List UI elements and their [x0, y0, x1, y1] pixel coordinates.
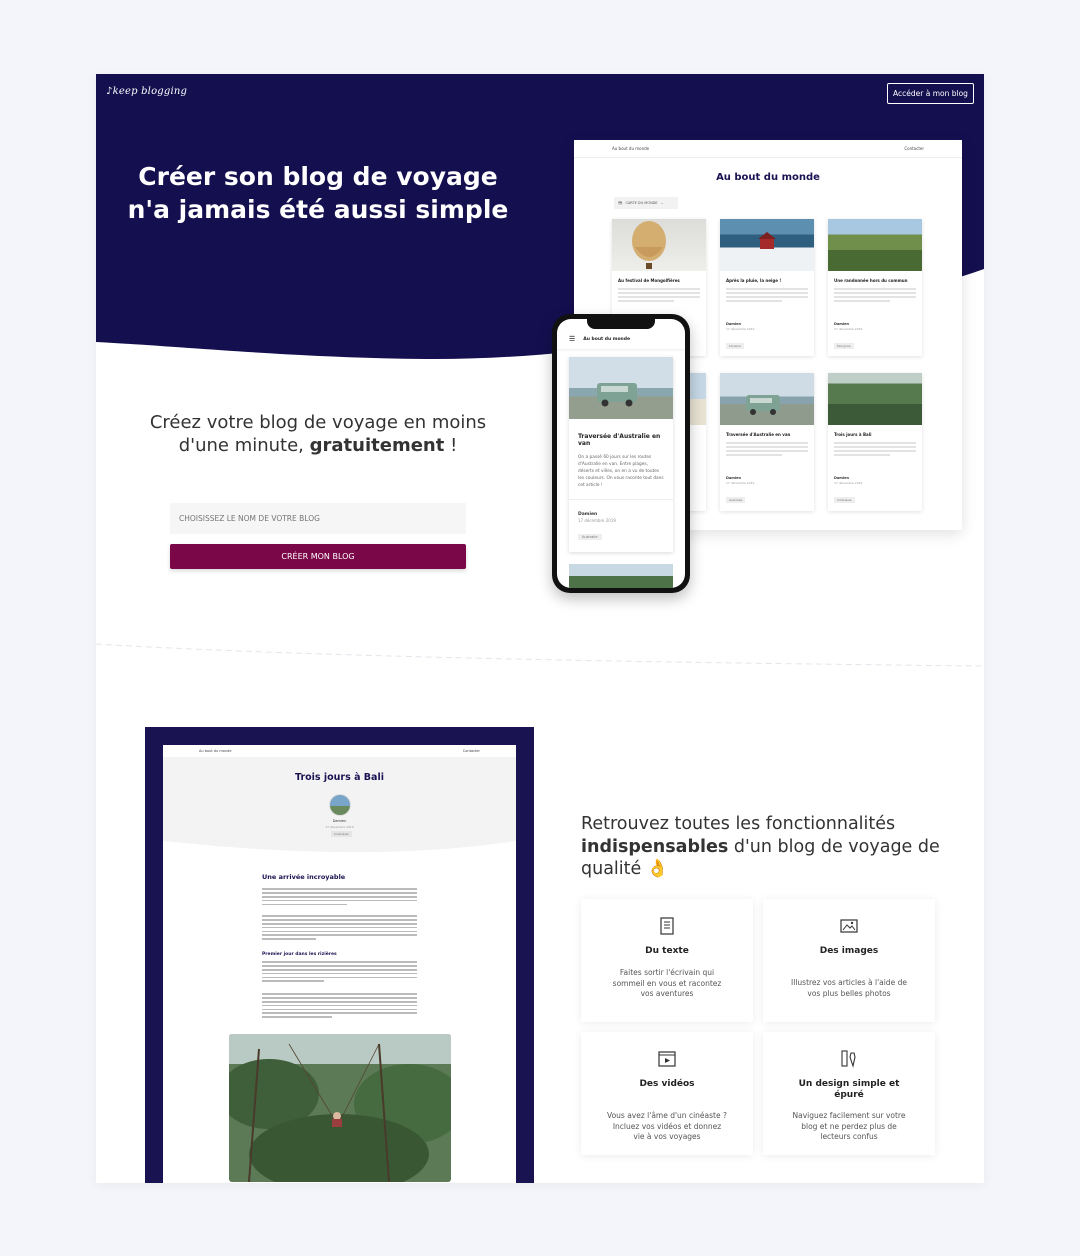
card-title: Trois jours à Bali	[834, 432, 872, 437]
article-paragraph	[262, 961, 417, 984]
phone-app-bar: ☰ Au bout du monde	[557, 329, 685, 349]
phone-screen: ☰ Au bout du monde Traversée d'Australie…	[557, 319, 685, 588]
article-heading: Une arrivée incroyable	[262, 873, 346, 881]
preview-card: Traversée d'Australie en van Damien 17 d…	[720, 373, 814, 511]
article-page: Au bout du monde Contacter Trois jours à…	[163, 745, 516, 1183]
video-icon	[658, 1051, 676, 1067]
card-date: 17 décembre 2019	[726, 481, 755, 485]
card-title: Après la pluie, la neige !	[726, 278, 782, 283]
preview-nav: Au bout du monde Contacter	[574, 140, 962, 158]
landing-page: ♪keep blogging Accéder à mon blog Créer …	[96, 74, 984, 1183]
feature-title: Des images	[819, 946, 879, 956]
preview-blog-title: Au bout du monde	[716, 172, 820, 183]
logo-icon: ♪	[106, 86, 113, 97]
feature-card-text: Du texte Faites sortir l'écrivain qui so…	[581, 899, 753, 1022]
article-date: 17 décembre 2019	[325, 825, 354, 829]
card-date: 17 décembre 2019	[726, 327, 755, 331]
feature-card-design: Un design simple et épuré Naviguez facil…	[763, 1032, 935, 1155]
features-title-text: Retrouvez toutes les fonctionnalités	[581, 814, 896, 834]
card-tag: Australie	[726, 497, 746, 503]
article-nav: Au bout du monde Contacter	[163, 745, 516, 757]
article-nav-brand: Au bout du monde	[199, 749, 232, 753]
card-tag: Mongolie	[834, 343, 854, 349]
jungle-image	[828, 373, 922, 425]
article-author: Damien	[332, 819, 347, 823]
blog-name-input[interactable]	[170, 503, 466, 534]
feature-description: Illustrez vos articles à l'aide de vos p…	[791, 978, 907, 998]
preview-nav-contact: Contacter	[904, 146, 924, 151]
features-title-emphasis: indispensables	[581, 836, 729, 857]
feature-title: Du texte	[645, 946, 689, 956]
feature-title: Un design simple et épuré	[798, 1079, 900, 1100]
chevron-down-icon: ⌄	[660, 201, 664, 205]
feature-card-images: Des images Illustrez vos articles à l'ai…	[763, 899, 935, 1022]
map-icon: 🗺	[618, 201, 623, 205]
article-title: Trois jours à Bali	[295, 772, 384, 783]
phone-card-author: Damien	[569, 499, 673, 518]
avatar	[329, 794, 351, 816]
article-subheading: Premier jour dans les rizières	[262, 952, 337, 957]
van-image	[720, 373, 814, 425]
document-icon	[660, 917, 674, 935]
feature-description: Faites sortir l'écrivain qui sommeil en …	[612, 968, 722, 998]
features-title: Retrouvez toutes les fonctionnalités ind…	[581, 813, 951, 881]
article-paragraph	[262, 993, 417, 1020]
phone-card-date: 17 décembre 2019	[578, 518, 616, 523]
card-tag: Indonésie	[834, 497, 855, 503]
card-date: 17 décembre 2019	[834, 481, 863, 485]
world-map-dropdown: 🗺 CARTE DU MONDE ⌄	[614, 197, 678, 209]
phone-app-title: Au bout du monde	[583, 336, 631, 342]
create-blog-button[interactable]: CRÉER MON BLOG	[170, 544, 466, 569]
access-blog-button[interactable]: Accéder à mon blog	[887, 83, 974, 104]
article-paragraph	[262, 888, 417, 907]
subtitle-end: !	[444, 435, 458, 456]
subtitle-emphasis: gratuitement	[309, 435, 445, 456]
logo[interactable]: ♪keep blogging	[106, 86, 187, 97]
snow-cabin-image	[720, 219, 814, 271]
preview-card: Une randonnée hors du commun Damien 17 d…	[828, 219, 922, 356]
card-title: Traversée d'Australie en van	[726, 432, 791, 437]
preview-nav-brand: Au bout du monde	[612, 146, 650, 151]
jungle-swing-image	[229, 1034, 451, 1182]
balloon-image	[612, 219, 706, 271]
section-divider	[96, 643, 984, 667]
design-tools-icon	[841, 1050, 856, 1069]
palm-image	[569, 564, 673, 588]
phone-notch	[587, 319, 655, 329]
feature-description: Naviguez facilement sur votre blog et ne…	[792, 1111, 906, 1141]
preview-card: Trois jours à Bali Damien 17 décembre 20…	[828, 373, 922, 511]
image-icon	[840, 919, 858, 933]
card-tag: Lituanie	[726, 343, 745, 349]
hero-subtitle: Créez votre blog de voyage en moins d'un…	[146, 411, 490, 457]
feature-description: Vous avez l'âme d'un cinéaste ? Incluez …	[607, 1111, 727, 1141]
phone-mockup: ☰ Au bout du monde Traversée d'Australie…	[552, 314, 690, 593]
card-title: Au festival de Mongolfières	[618, 278, 680, 283]
menu-icon: ☰	[569, 335, 576, 343]
feature-card-videos: Des vidéos Vous avez l'âme d'un cinéaste…	[581, 1032, 753, 1155]
phone-card-title: Traversée d'Australie en van	[578, 433, 661, 447]
hero-title: Créer son blog de voyage n'a jamais été …	[127, 162, 509, 224]
feature-title: Des vidéos	[639, 1079, 695, 1089]
preview-card: Après la pluie, la neige ! Damien 17 déc…	[720, 219, 814, 356]
card-date: 17 décembre 2019	[834, 327, 863, 331]
phone-card-tag: Australie	[578, 534, 602, 540]
phone-card-text: On a passé 60 jours sur les routes d'Aus…	[578, 455, 664, 488]
map-label: CARTE DU MONDE	[625, 201, 658, 205]
van-image	[569, 357, 673, 419]
article-tag: Indonésie	[331, 831, 352, 837]
card-title: Une randonnée hors du commun	[834, 278, 908, 283]
article-nav-contact: Contacter	[462, 749, 480, 753]
mountain-image	[828, 219, 922, 271]
article-paragraph	[262, 915, 417, 942]
article-preview: Au bout du monde Contacter Trois jours à…	[145, 727, 534, 1183]
logo-text: keep blogging	[112, 86, 188, 97]
phone-article-card: Traversée d'Australie en van On a passé …	[569, 357, 673, 552]
